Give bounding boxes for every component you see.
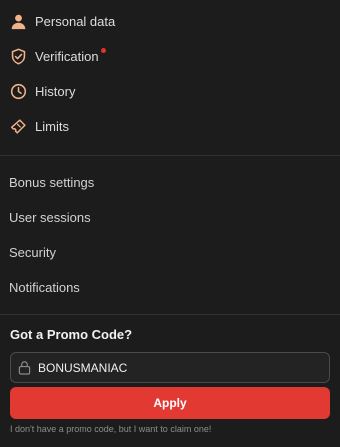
promo-section: Got a Promo Code? Apply I don't have a p… [0,315,340,434]
nav-item-personal-data[interactable]: Personal data [0,4,340,39]
settings-list: Bonus settings User sessions Security No… [0,156,340,314]
settings-item-user-sessions[interactable]: User sessions [0,200,340,235]
settings-item-notifications[interactable]: Notifications [0,270,340,305]
nav-item-history[interactable]: History [0,74,340,109]
nav-label: Verification [35,49,99,64]
promo-code-field[interactable] [10,352,330,383]
nav-label: Personal data [35,14,116,29]
ticket-icon [9,118,27,136]
user-icon [9,13,27,31]
notification-dot [100,48,106,53]
promo-code-input[interactable] [38,353,329,382]
account-nav: Personal data Verification History Limit… [0,0,340,144]
account-menu-panel: Personal data Verification History Limit… [0,0,340,447]
nav-item-limits[interactable]: Limits [0,109,340,144]
nav-label: Limits [35,119,69,134]
nav-item-verification[interactable]: Verification [0,39,340,74]
lock-icon [18,360,32,376]
apply-button[interactable]: Apply [10,387,330,419]
settings-item-security[interactable]: Security [0,235,340,270]
clock-icon [9,83,27,101]
settings-item-bonus-settings[interactable]: Bonus settings [0,165,340,200]
shield-check-icon [9,48,27,66]
promo-title: Got a Promo Code? [10,327,133,342]
nav-label: History [35,84,76,99]
claim-promo-link[interactable]: I don't have a promo code, but I want to… [10,424,330,434]
